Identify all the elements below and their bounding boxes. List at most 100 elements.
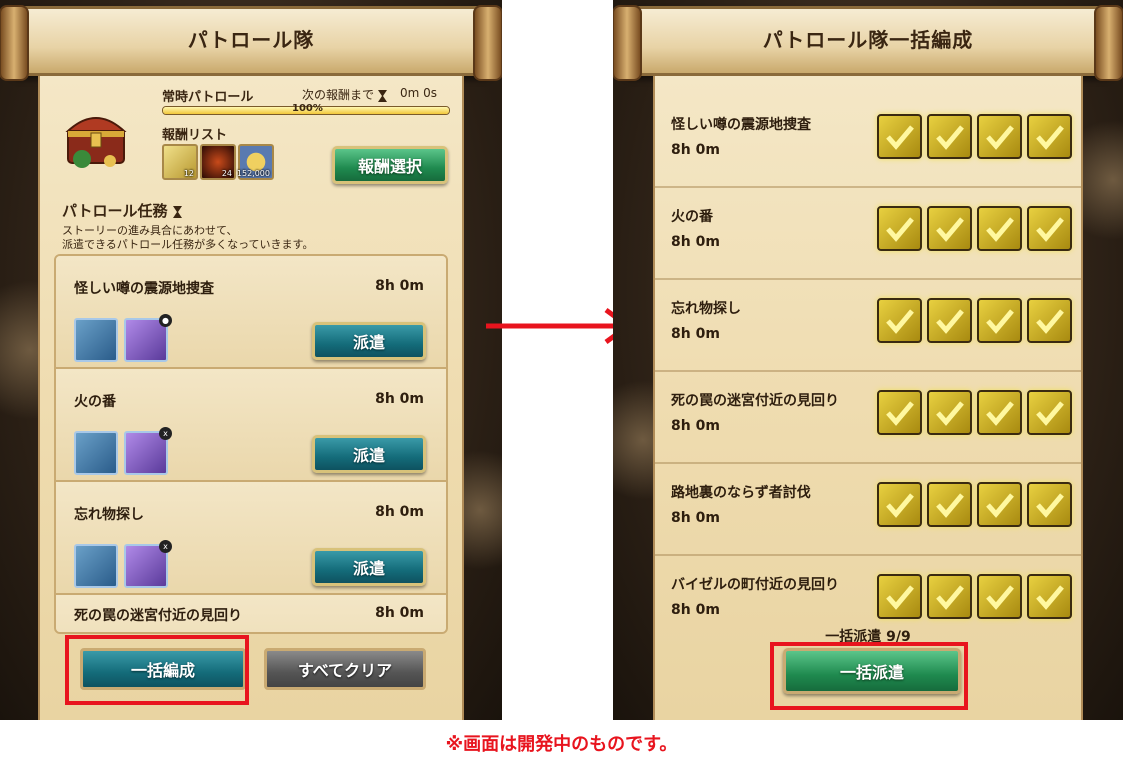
unit-slots [877, 574, 1072, 619]
slot-check-icon[interactable] [927, 114, 972, 159]
slot-check-icon[interactable] [877, 390, 922, 435]
mission-name: 忘れ物探し [671, 301, 741, 317]
slot-check-icon[interactable] [1027, 298, 1072, 343]
hourglass-icon [172, 205, 182, 218]
mission-list[interactable]: 怪しい噂の震源地捜査 8h 0m ● 派遣 火の番 8h 0m x 派遣 忘れ物… [54, 254, 448, 634]
patrol-missions-description: ストーリーの進み具合にあわせて、 派遣できるパトロール任務が多くなっていきます。 [62, 224, 442, 252]
bulk-dispatch-button[interactable]: 一括派遣 [783, 648, 961, 694]
bottom-button-bar: 一括編成 すべてクリア [70, 640, 434, 698]
page-title: パトロール隊一括編成 [762, 28, 974, 52]
scroll-item-icon[interactable] [74, 544, 118, 588]
reward-count: 24 [221, 169, 232, 178]
mission-required-items: x [74, 427, 172, 475]
mission-name: 路地裏のならず者討伐 [671, 485, 811, 501]
slot-check-icon[interactable] [977, 482, 1022, 527]
bulk-mission-row: 火の番 8h 0m [655, 188, 1081, 280]
amulet-item-icon[interactable]: ● [124, 314, 172, 362]
description-line: ストーリーの進み具合にあわせて、 [62, 224, 238, 237]
dispatch-button[interactable]: 派遣 [312, 435, 426, 473]
slot-check-icon[interactable] [1027, 574, 1072, 619]
slot-check-icon[interactable] [977, 206, 1022, 251]
development-note: ※画面は開発中のものです。 [445, 734, 678, 755]
reward-count: 152,000 [236, 169, 270, 178]
mission-row: 死の罠の迷宮付近の見回り 8h 0m [56, 595, 446, 632]
gold-coin-icon[interactable]: 152,000 [236, 144, 274, 180]
bulk-mission-row: 怪しい噂の震源地捜査 8h 0m [655, 96, 1081, 188]
slot-check-icon[interactable] [1027, 482, 1072, 527]
mission-time: 8h 0m [671, 418, 720, 434]
mission-time: 8h 0m [375, 391, 424, 407]
mission-name: 死の罠の迷宮付近の見回り [74, 608, 242, 624]
item-badge: x [159, 427, 172, 440]
reward-progress-text: 100% [292, 103, 323, 114]
slot-check-icon[interactable] [927, 482, 972, 527]
slot-check-icon[interactable] [1027, 390, 1072, 435]
clear-all-button[interactable]: すべてクリア [264, 648, 426, 690]
mission-name: 怪しい噂の震源地捜査 [74, 281, 214, 297]
mission-required-items: x [74, 540, 172, 588]
slot-check-icon[interactable] [877, 206, 922, 251]
dispatch-button[interactable]: 派遣 [312, 548, 426, 586]
slot-check-icon[interactable] [977, 114, 1022, 159]
mission-time: 8h 0m [375, 605, 424, 621]
bulk-organize-screen: パトロール隊一括編成 怪しい噂の震源地捜査 8h 0m 火の番 8h 0m 忘れ… [613, 0, 1123, 720]
slot-check-icon[interactable] [877, 114, 922, 159]
cannon-item-icon[interactable]: x [124, 540, 172, 588]
reward-items: 12 24 152,000 [162, 144, 274, 180]
item-badge: ● [159, 314, 172, 327]
dispatch-button[interactable]: 派遣 [312, 322, 426, 360]
mission-name: 火の番 [74, 394, 116, 410]
item-badge: x [159, 540, 172, 553]
mission-time: 8h 0m [671, 602, 720, 618]
regular-patrol-label: 常時パトロール [162, 90, 254, 105]
mission-row: 忘れ物探し 8h 0m x 派遣 [56, 482, 446, 595]
mission-time: 8h 0m [671, 234, 720, 250]
reward-select-button[interactable]: 報酬選択 [332, 146, 448, 184]
unit-slots [877, 206, 1072, 251]
hourglass-icon [377, 89, 387, 102]
bulk-dispatch-count: 一括派遣 9/9 [825, 629, 911, 645]
mission-name: 怪しい噂の震源地捜査 [671, 117, 811, 133]
scroll-item-icon[interactable] [74, 318, 118, 362]
dark-gem-icon[interactable]: 24 [200, 144, 236, 180]
reward-count: 12 [183, 169, 194, 178]
unit-slots [877, 390, 1072, 435]
next-reward-label: 次の報酬まで [302, 86, 387, 103]
next-reward-timer: 0m 0s [400, 86, 438, 100]
paper-panel: 怪しい噂の震源地捜査 8h 0m 火の番 8h 0m 忘れ物探し 8h 0m 死… [653, 76, 1083, 720]
bulk-mission-row: 死の罠の迷宮付近の見回り 8h 0m [655, 372, 1081, 464]
scroll-item-icon[interactable] [74, 431, 118, 475]
mission-time: 8h 0m [375, 504, 424, 520]
mission-name: 火の番 [671, 209, 713, 225]
crystal-icon[interactable]: 12 [162, 144, 198, 180]
treasure-chest-icon [65, 117, 127, 168]
slot-check-icon[interactable] [927, 206, 972, 251]
patrol-missions-title: パトロール任務 [62, 200, 182, 221]
mission-time: 8h 0m [375, 278, 424, 294]
patrol-screen: パトロール隊 常時パトロール 次の報酬まで 0m 0s 100% 報酬リスト 1… [0, 0, 502, 720]
slot-check-icon[interactable] [1027, 114, 1072, 159]
slot-check-icon[interactable] [877, 482, 922, 527]
slot-check-icon[interactable] [927, 574, 972, 619]
mission-time: 8h 0m [671, 326, 720, 342]
slot-check-icon[interactable] [977, 574, 1022, 619]
bulk-mission-row: 忘れ物探し 8h 0m [655, 280, 1081, 372]
slot-check-icon[interactable] [877, 574, 922, 619]
bulk-mission-list[interactable]: 怪しい噂の震源地捜査 8h 0m 火の番 8h 0m 忘れ物探し 8h 0m 死… [655, 96, 1081, 648]
bulk-mission-row: 路地裏のならず者討伐 8h 0m [655, 464, 1081, 556]
slot-check-icon[interactable] [1027, 206, 1072, 251]
slot-check-icon[interactable] [977, 298, 1022, 343]
slot-check-icon[interactable] [877, 298, 922, 343]
mission-time: 8h 0m [671, 142, 720, 158]
bulk-organize-button[interactable]: 一括編成 [80, 648, 246, 690]
unit-slots [877, 114, 1072, 159]
slot-check-icon[interactable] [977, 390, 1022, 435]
description-line: 派遣できるパトロール任務が多くなっていきます。 [62, 238, 314, 251]
slot-check-icon[interactable] [927, 390, 972, 435]
mission-row: 怪しい噂の震源地捜査 8h 0m ● 派遣 [56, 256, 446, 369]
slot-check-icon[interactable] [927, 298, 972, 343]
potion-item-icon[interactable]: x [124, 427, 172, 475]
mission-name: 死の罠の迷宮付近の見回り [671, 393, 839, 409]
reward-list-label: 報酬リスト [162, 128, 228, 143]
mission-time: 8h 0m [671, 510, 720, 526]
